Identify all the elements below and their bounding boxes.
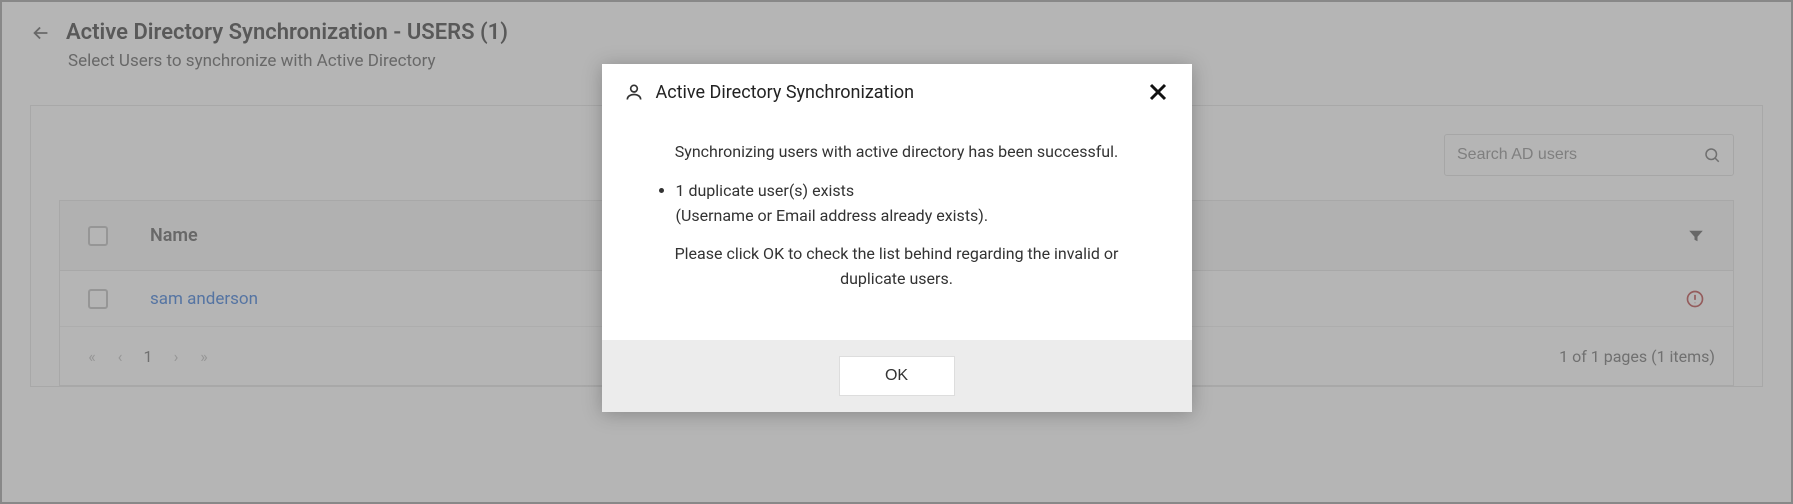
modal-bullet-sub: (Username or Email address already exist… — [676, 206, 989, 225]
modal-overlay: Active Directory Synchronization Synchro… — [2, 2, 1791, 502]
modal-action-message: Please click OK to check the list behind… — [642, 242, 1152, 292]
close-icon[interactable] — [1146, 80, 1170, 104]
ok-button[interactable]: OK — [839, 356, 955, 396]
modal-bullet: 1 duplicate user(s) exists (Username or … — [676, 179, 1152, 229]
person-icon — [624, 82, 644, 102]
modal-title: Active Directory Synchronization — [656, 82, 1146, 103]
sync-result-modal: Active Directory Synchronization Synchro… — [602, 64, 1192, 412]
modal-bullet-main: 1 duplicate user(s) exists — [676, 181, 855, 200]
modal-success-message: Synchronizing users with active director… — [642, 140, 1152, 165]
